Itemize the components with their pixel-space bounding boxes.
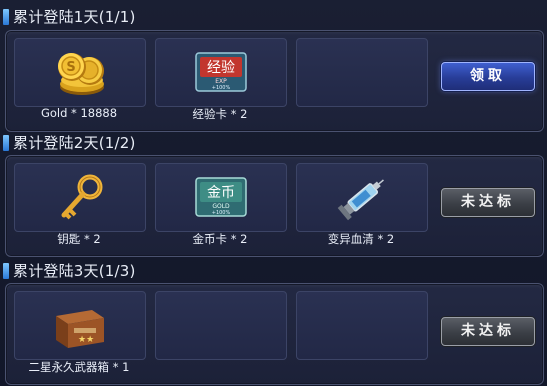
exp-card-icon: 经验 EXP +100% <box>156 39 286 106</box>
reward-slot[interactable]: 金币 GOLD +100% <box>155 163 287 232</box>
svg-text:GOLD: GOLD <box>212 203 230 210</box>
reward-label: 金币卡 * 2 <box>192 232 248 246</box>
svg-text:金币: 金币 <box>207 185 235 201</box>
reward-slot[interactable]: S <box>14 38 146 107</box>
reward-row-day2: 钥匙 * 2 金币 GOLD +100% 金币卡 * 2 变异血清 * 2 未达… <box>5 155 544 257</box>
section-header-day3: 累计登陆3天(1/3) <box>0 260 547 282</box>
serum-syringe-icon <box>297 164 427 231</box>
reward-slot-empty <box>296 291 428 360</box>
reward-slot-empty <box>296 38 428 107</box>
section-marker <box>3 9 9 25</box>
reward-label: 经验卡 * 2 <box>192 107 248 121</box>
weapon-crate-icon: ★★ <box>15 292 145 359</box>
reward-slot[interactable] <box>296 163 428 232</box>
svg-text:EXP: EXP <box>215 78 227 85</box>
not-reached-button[interactable]: 未达标 <box>441 317 535 346</box>
svg-text:★★: ★★ <box>78 335 94 345</box>
key-icon <box>15 164 145 231</box>
section-title: 累计登陆1天(1/1) <box>13 8 136 26</box>
section-header-day1: 累计登陆1天(1/1) <box>0 6 547 28</box>
svg-text:S: S <box>66 60 75 75</box>
reward-label: 变异血清 * 2 <box>327 232 395 246</box>
svg-text:经验: 经验 <box>207 60 235 76</box>
section-title: 累计登陆2天(1/2) <box>13 134 136 152</box>
reward-label: 钥匙 * 2 <box>57 232 101 246</box>
section-header-day2: 累计登陆2天(1/2) <box>0 132 547 154</box>
claim-button[interactable]: 领取 <box>441 62 535 91</box>
section-title: 累计登陆3天(1/3) <box>13 262 136 280</box>
svg-text:+100%: +100% <box>212 85 231 91</box>
reward-slot[interactable]: ★★ <box>14 291 146 360</box>
gold-card-icon: 金币 GOLD +100% <box>156 164 286 231</box>
reward-row-day1: S Gold * 18888 经验 EXP +100% 经验卡 * 2 领取 <box>5 30 544 132</box>
gold-coins-icon: S <box>15 39 145 106</box>
section-marker <box>3 135 9 151</box>
section-marker <box>3 263 9 279</box>
reward-row-day3: ★★ 二星永久武器箱 * 1 未达标 <box>5 283 544 385</box>
reward-slot[interactable] <box>14 163 146 232</box>
reward-slot-empty <box>155 291 287 360</box>
reward-label: 二星永久武器箱 * 1 <box>28 360 130 374</box>
svg-text:+100%: +100% <box>212 210 231 216</box>
not-reached-button[interactable]: 未达标 <box>441 188 535 217</box>
reward-slot[interactable]: 经验 EXP +100% <box>155 38 287 107</box>
reward-label: Gold * 18888 <box>40 106 118 120</box>
